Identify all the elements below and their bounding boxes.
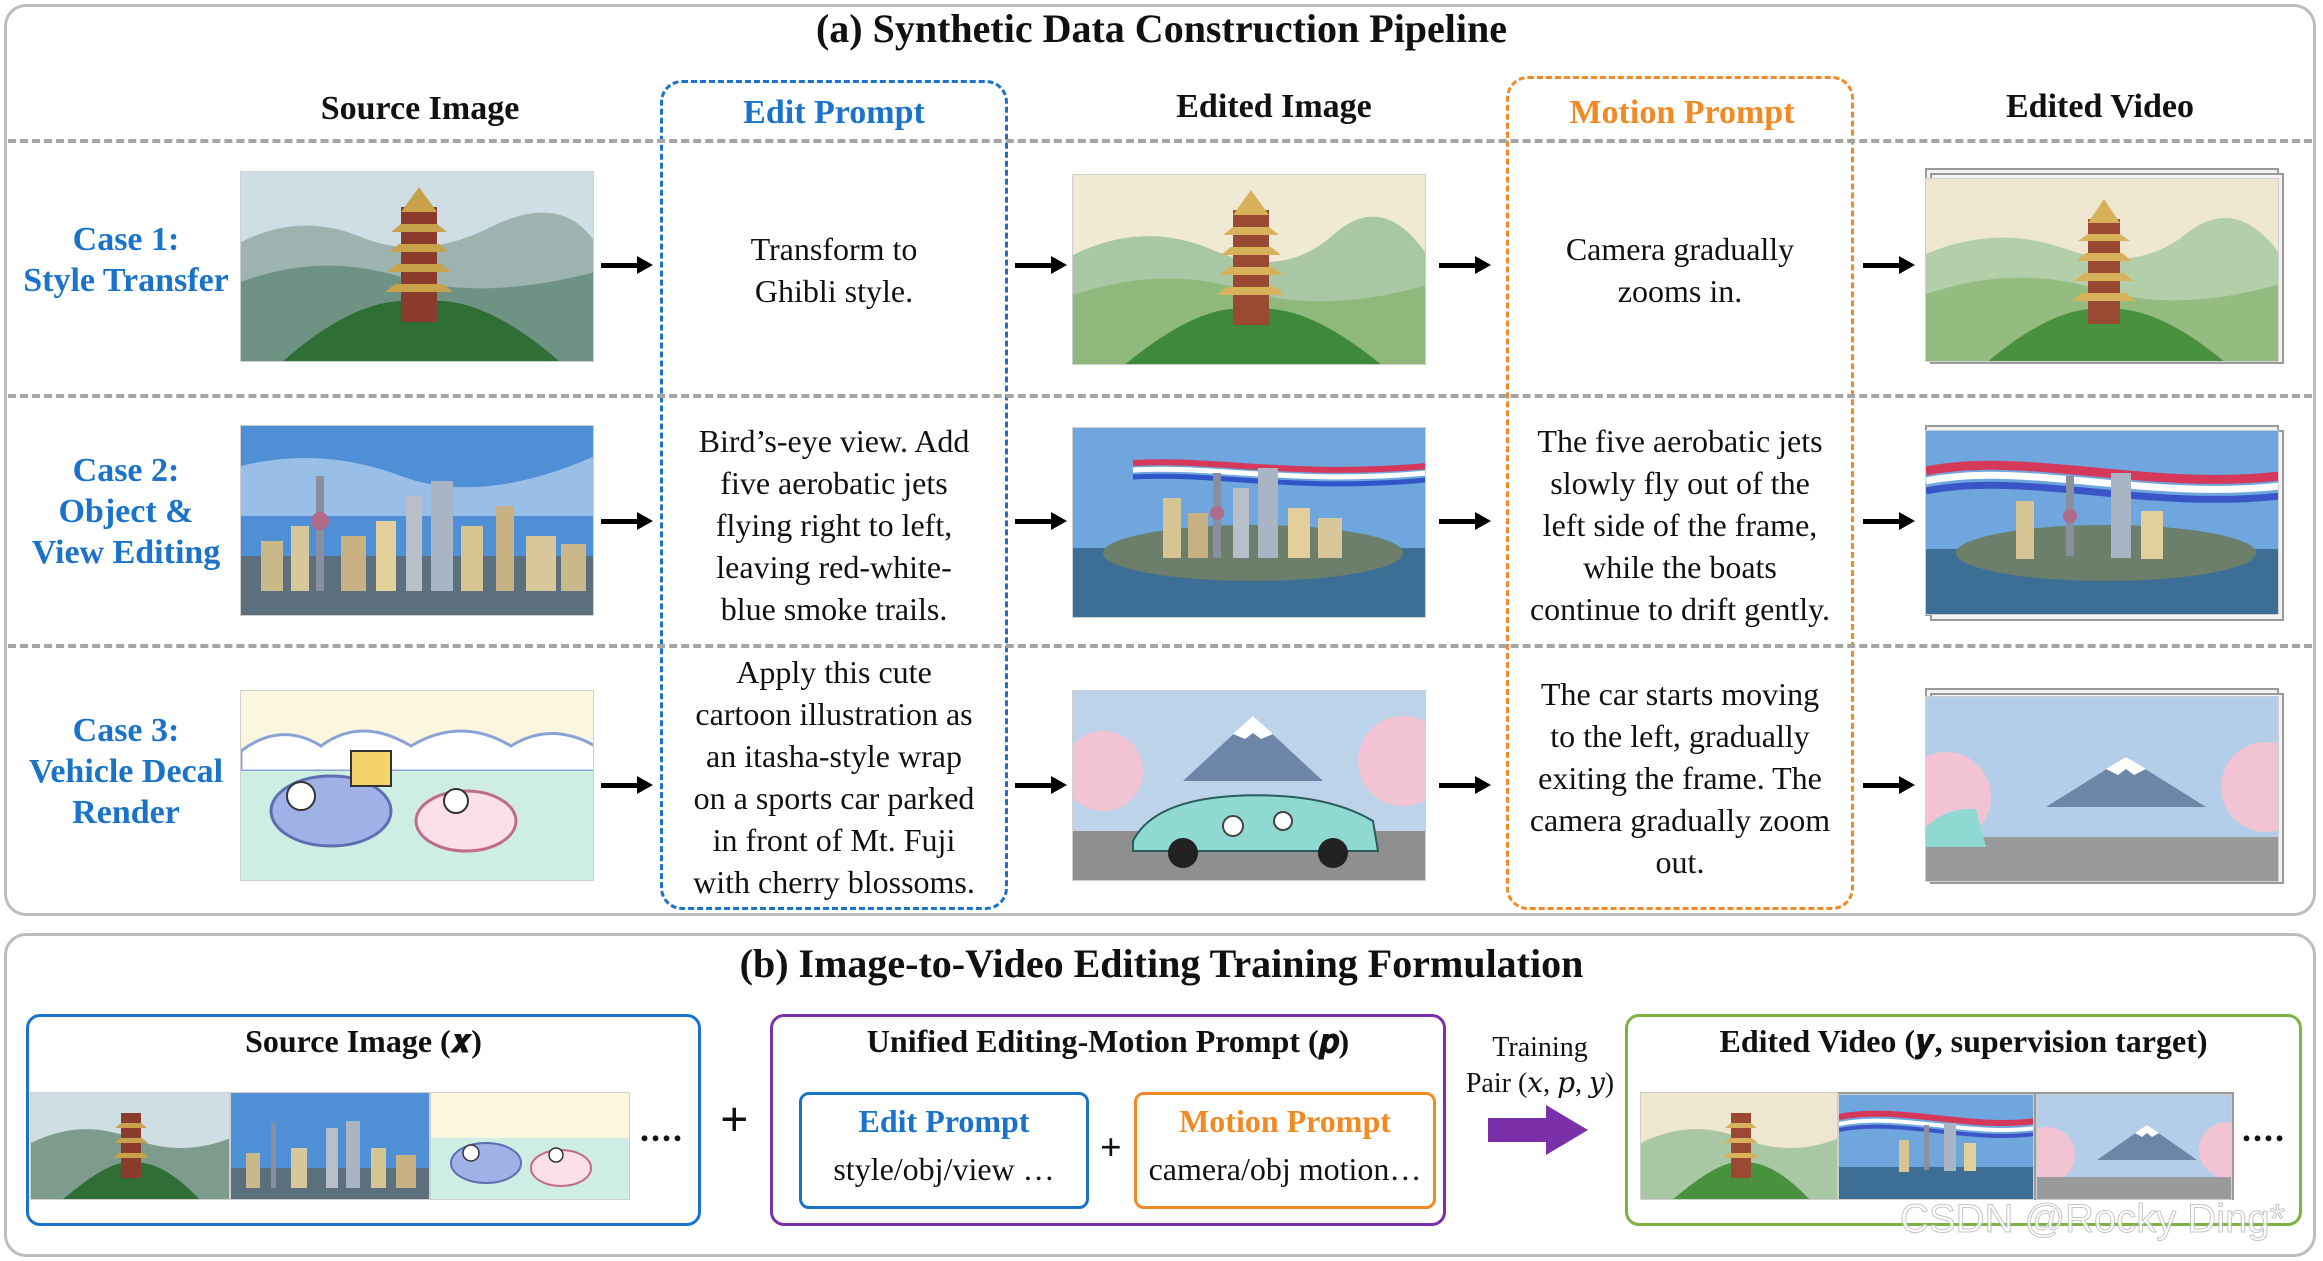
arrow-right-icon [1863, 512, 1915, 530]
prompt-line: Ghibli style. [754, 273, 914, 309]
prompt-line: continue to drift gently. [1529, 591, 1831, 627]
prompt-line: with cherry blossoms. [693, 864, 975, 900]
prompt-line: blue smoke trails. [720, 591, 948, 627]
prompt-line: five aerobatic jets [720, 465, 948, 501]
unified-motion-prompt-text: camera/obj motion… [1148, 1151, 1422, 1187]
col-header-edited-video: Edited Video [2006, 88, 2194, 125]
case-3-edited-video [1925, 696, 2279, 882]
source-image-box-title: Source Image (𝒙) [245, 1023, 482, 1059]
case-2-motion-prompt: The five aerobatic jets slowly fly out o… [1509, 420, 1851, 630]
prompt-line: exiting the frame. The [1538, 760, 1822, 796]
arrow-right-icon [601, 776, 653, 794]
case-3-label: Case 3: Vehicle Decal Render [16, 710, 236, 833]
case-2-edited-image [1072, 427, 1426, 618]
source-thumb-city [230, 1092, 430, 1200]
arrow-right-icon [1015, 512, 1067, 530]
prompt-line: cartoon illustration as [695, 696, 973, 732]
training-arrow-icon [1488, 1105, 1588, 1155]
case-2-edit-prompt: Bird’s-eye view. Add five aerobatic jets… [666, 420, 1002, 630]
case-label-line: Vehicle Decal [28, 753, 224, 790]
training-pair-line-2: Pair (𝑥, 𝑝, 𝑦) [1465, 1068, 1615, 1099]
pipeline-title: (a) Synthetic Data Construction Pipeline [815, 6, 1508, 51]
case-3-edit-prompt: Apply this cute cartoon illustration as … [666, 651, 1002, 903]
row-separator [8, 644, 2312, 648]
prompt-line: zooms in. [1617, 273, 1743, 309]
arrow-right-icon [1015, 256, 1067, 274]
arrow-right-icon [1439, 776, 1491, 794]
arrow-right-icon [1439, 512, 1491, 530]
case-label-line: Case 3: [72, 712, 180, 749]
case-1-label: Case 1: Style Transfer [16, 219, 236, 301]
case-3-motion-prompt: The car starts moving to the left, gradu… [1509, 673, 1851, 883]
arrow-right-icon [601, 256, 653, 274]
source-thumb-cartoon [430, 1092, 630, 1200]
row-separator [8, 139, 2312, 143]
training-pair-line-1: Training [1492, 1032, 1588, 1063]
case-1-edited-video [1925, 178, 2279, 362]
plus-sign: + [720, 1091, 749, 1147]
case-2-edited-video [1925, 430, 2279, 615]
prompt-line: flying right to left, [715, 507, 953, 543]
video-thumb-pagoda [1640, 1092, 1838, 1200]
source-thumb-pagoda [30, 1092, 230, 1200]
unified-motion-prompt-title: Motion Prompt [1179, 1103, 1391, 1139]
training-pair-label: Training Pair (𝑥, 𝑝, 𝑦) [1455, 1030, 1625, 1102]
col-header-source-image: Source Image [320, 90, 520, 127]
case-label-line: Style Transfer [23, 262, 229, 299]
watermark: CSDN @Rocky Ding* [1899, 1197, 2286, 1242]
unified-prompt-title: Unified Editing-Motion Prompt (𝒑) [866, 1023, 1350, 1059]
case-label-line: Render [72, 794, 180, 831]
case-2-label: Case 2: Object & View Editing [16, 450, 236, 573]
case-1-edited-image [1072, 174, 1426, 365]
prompt-line: Camera gradually [1565, 231, 1795, 267]
prompt-line: an itasha-style wrap [706, 738, 962, 774]
arrow-right-icon [1439, 256, 1491, 274]
unified-edit-prompt-title: Edit Prompt [858, 1103, 1030, 1139]
unified-edit-prompt-text: style/obj/view … [833, 1151, 1055, 1187]
video-thumb-city [1838, 1094, 2034, 1200]
prompt-line: left side of the frame, [1542, 507, 1818, 543]
arrow-right-icon [1863, 776, 1915, 794]
prompt-line: The five aerobatic jets [1537, 423, 1823, 459]
arrow-right-icon [1015, 776, 1067, 794]
case-label-line: Case 1: [72, 221, 180, 258]
prompt-line: camera gradually zoom [1529, 802, 1831, 838]
prompt-line: The car starts moving [1540, 676, 1820, 712]
row-separator [8, 394, 2312, 398]
case-label-line: View Editing [31, 534, 221, 571]
prompt-line: while the boats [1583, 549, 1777, 585]
prompt-line: Transform to [750, 231, 918, 267]
prompt-line: slowly fly out of the [1550, 465, 1810, 501]
case-label-line: Object & [58, 493, 194, 530]
inner-plus-sign: + [1100, 1127, 1122, 1169]
source-more-ellipsis: .... [640, 1109, 684, 1149]
video-more-ellipsis: .... [2242, 1109, 2286, 1149]
case-3-source-image [240, 690, 594, 881]
arrow-right-icon [1863, 256, 1915, 274]
prompt-line: leaving red-white- [716, 549, 952, 585]
case-3-edited-image [1072, 690, 1426, 881]
case-1-motion-prompt: Camera gradually zooms in. [1509, 228, 1851, 312]
unified-motion-prompt-box: Motion Prompt camera/obj motion… [1134, 1092, 1436, 1209]
col-header-edit-prompt: Edit Prompt [743, 94, 925, 131]
col-header-motion-prompt: Motion Prompt [1569, 94, 1795, 131]
prompt-line: on a sports car parked [693, 780, 975, 816]
prompt-line: out. [1655, 844, 1705, 880]
training-title: (b) Image-to-Video Editing Training Form… [739, 941, 1584, 986]
col-header-edited-image: Edited Image [1176, 88, 1372, 125]
case-label-line: Case 2: [72, 452, 180, 489]
unified-edit-prompt-box: Edit Prompt style/obj/view … [799, 1092, 1089, 1209]
video-thumb-fuji [2036, 1094, 2232, 1200]
prompt-line: to the left, gradually [1550, 718, 1810, 754]
edited-video-box-title: Edited Video (𝒚, supervision target) [1719, 1023, 2208, 1059]
prompt-line: Apply this cute [736, 654, 932, 690]
case-2-source-image [240, 425, 594, 616]
prompt-line: in front of Mt. Fuji [712, 822, 956, 858]
case-1-source-image [240, 171, 594, 362]
case-1-edit-prompt: Transform to Ghibli style. [666, 228, 1002, 312]
arrow-right-icon [601, 512, 653, 530]
prompt-line: Bird’s-eye view. Add [698, 423, 970, 459]
